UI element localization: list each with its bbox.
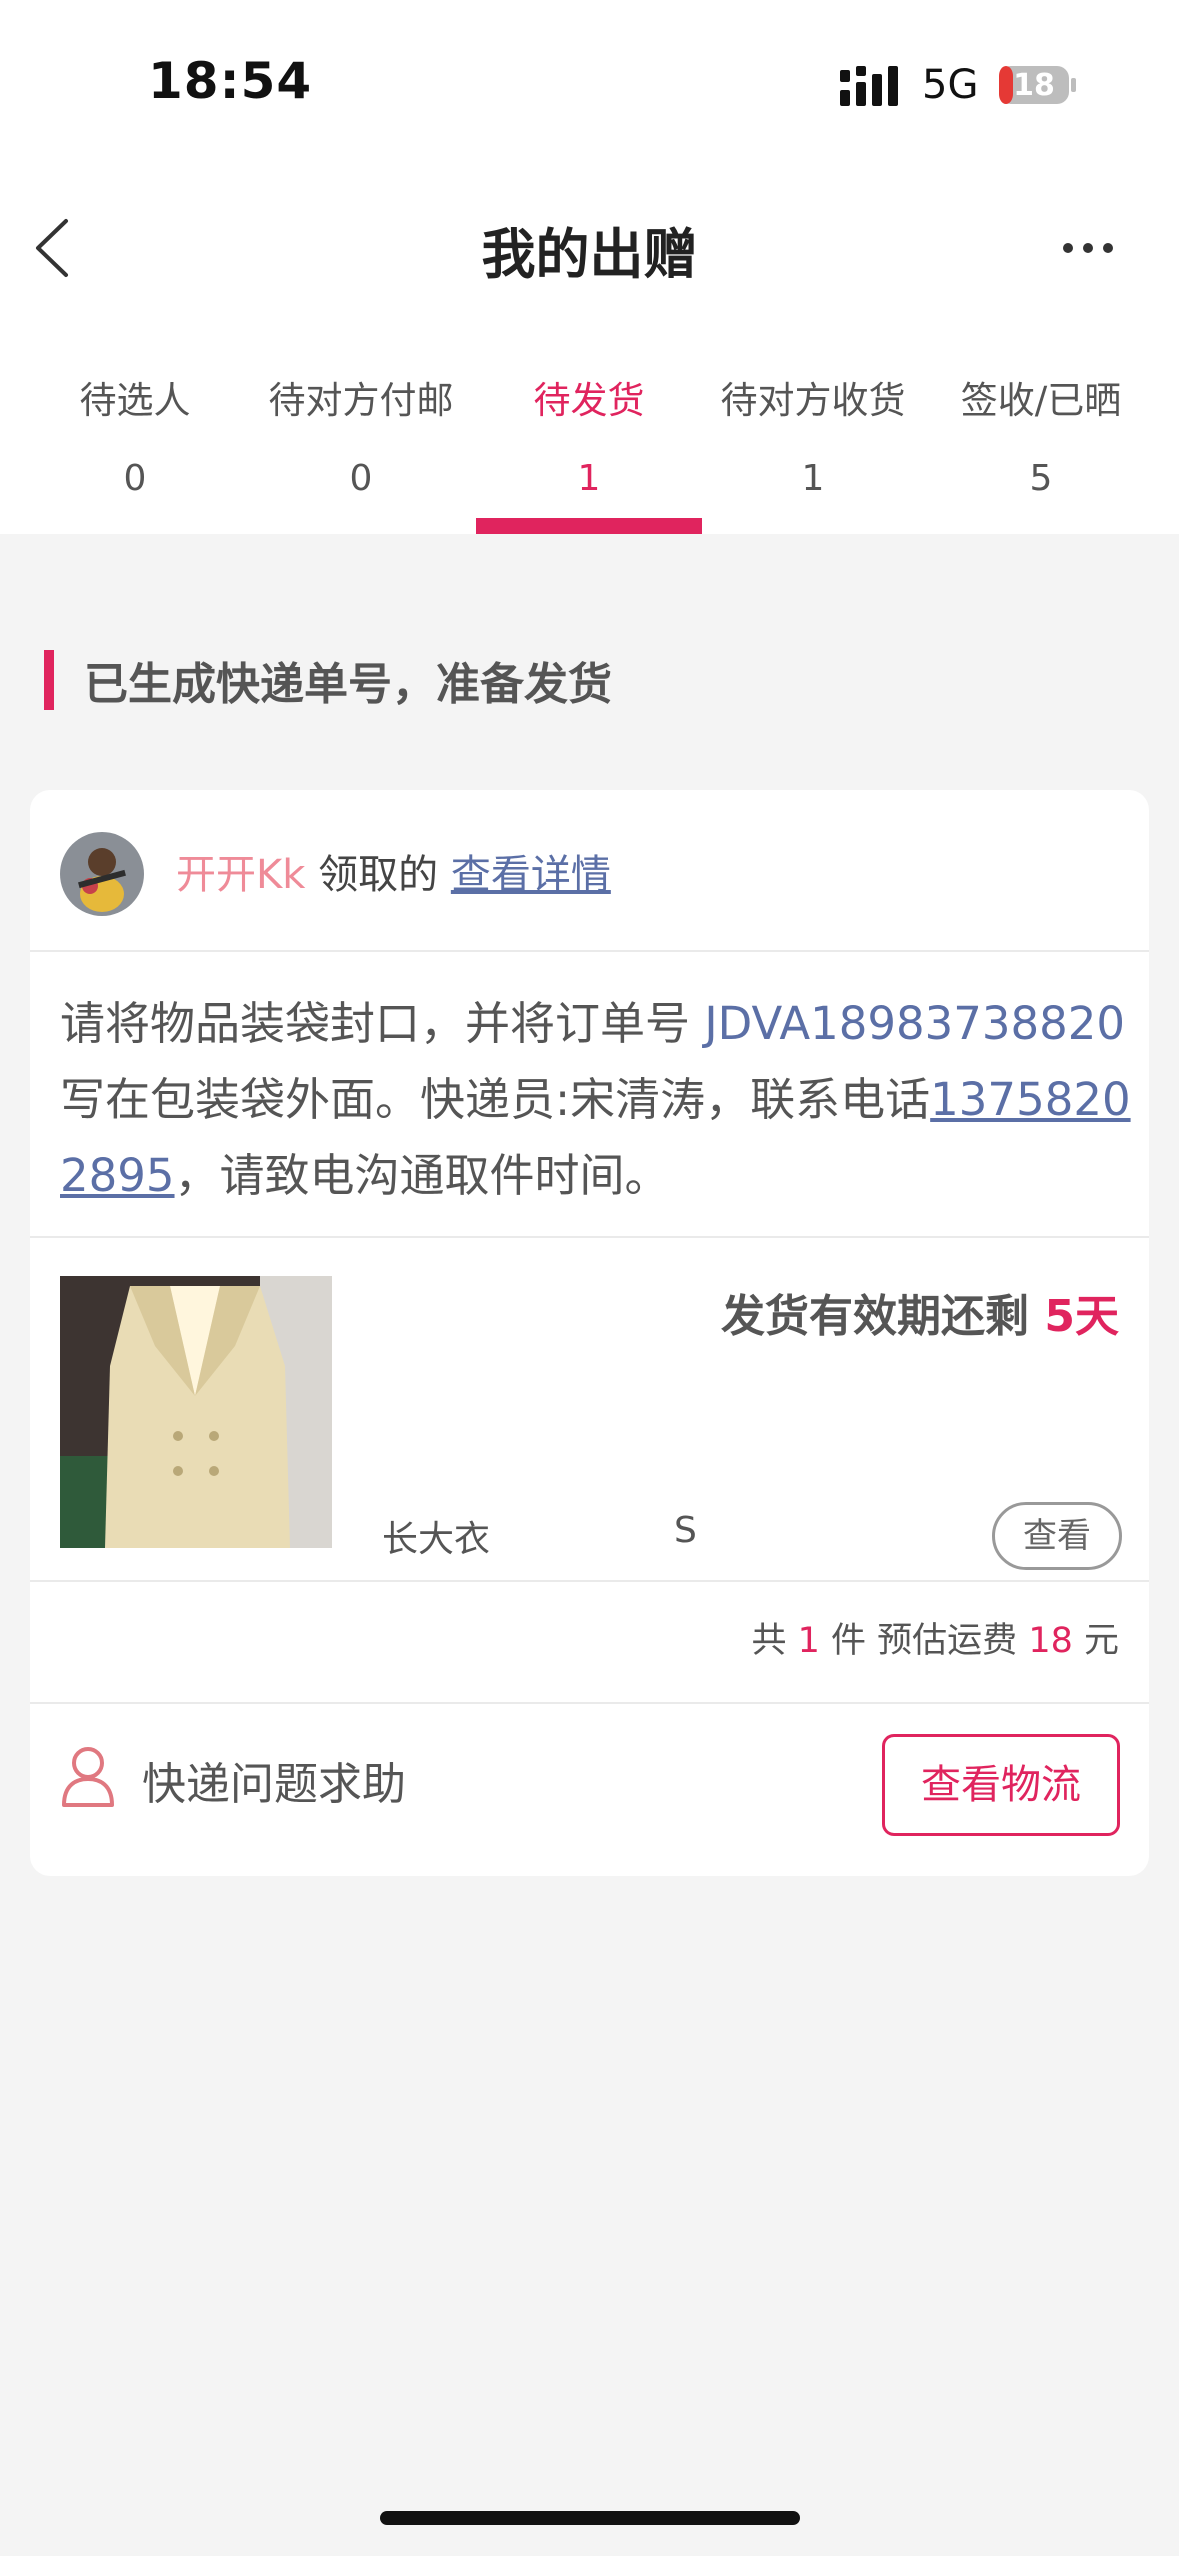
claimed-text: 领取的 [305, 852, 451, 898]
divider [30, 1580, 1149, 1582]
tab-count: 5 [1029, 458, 1053, 499]
receiver-name[interactable]: 开开Kk [176, 852, 305, 898]
instr-text-3: ，请致电沟通取件时间。 [174, 1149, 670, 1202]
view-logistics-button[interactable]: 查看物流 [882, 1734, 1120, 1836]
tab-active-indicator [476, 518, 702, 534]
battery-level: 18 [1013, 68, 1055, 103]
nav-header: 我的出赠 [0, 170, 1179, 330]
network-type: 5G [922, 62, 979, 108]
item-count: 1 [797, 1621, 820, 1661]
shipping-fee: 18 [1028, 1621, 1073, 1661]
tab-pending-postage[interactable]: 待对方付邮 0 [248, 330, 474, 534]
page-title: 我的出赠 [481, 223, 698, 286]
divider [30, 1236, 1149, 1238]
tab-count: 0 [349, 458, 373, 499]
courier-help-link[interactable]: 快递问题求助 [142, 1748, 406, 1812]
home-indicator[interactable] [380, 2511, 800, 2525]
section-title: 已生成快递单号，准备发货 [84, 659, 612, 710]
order-summary: 共 1 件 预估运费 18 元 [752, 1612, 1120, 1663]
order-card: 开开Kk 领取的 查看详情 请将物品装袋封口，并将订单号 JDVA1898373… [30, 790, 1149, 1876]
view-detail-link[interactable]: 查看详情 [451, 852, 611, 898]
validity-days: 5天 [1044, 1291, 1119, 1342]
tab-label: 签收/已晒 [960, 379, 1122, 422]
item-name: 长大衣 [382, 1519, 491, 1560]
validity-label: 发货有效期还剩 [721, 1291, 1045, 1342]
receiver-line: 开开Kk 领取的 查看详情 [176, 842, 611, 900]
item-thumbnail[interactable] [60, 1276, 332, 1548]
shipping-validity: 发货有效期还剩 5天 [721, 1280, 1119, 1344]
divider [30, 1702, 1149, 1704]
user-help-icon[interactable] [60, 1745, 116, 1807]
tab-count: 1 [801, 458, 825, 499]
section-accent-bar [44, 650, 54, 710]
divider [30, 950, 1149, 952]
tab-pending-receipt[interactable]: 待对方收货 1 [700, 330, 926, 534]
summary-suffix: 元 [1072, 1621, 1119, 1661]
tab-label: 待发货 [533, 379, 645, 422]
tab-label: 待对方收货 [720, 379, 906, 422]
tab-pending-shipment[interactable]: 待发货 1 [476, 330, 702, 534]
cellular-signal-icon [840, 66, 898, 106]
shipping-instructions: 请将物品装袋封口，并将订单号 JDVA18983738820 写在包装袋外面。快… [60, 986, 1149, 1214]
tab-count: 1 [577, 458, 601, 499]
tab-pending-selection[interactable]: 待选人 0 [22, 330, 248, 534]
more-options-icon[interactable] [1060, 240, 1116, 256]
tab-label: 待选人 [79, 379, 191, 422]
status-tabs: 待选人 0 待对方付邮 0 待发货 1 待对方收货 1 签收/已晒 5 [0, 330, 1179, 534]
avatar[interactable] [60, 832, 144, 916]
summary-mid: 件 预估运费 [819, 1621, 1029, 1661]
instr-text-2: 写在包装袋外面。快递员:宋清涛，联系电话 [60, 1073, 931, 1126]
summary-prefix: 共 [751, 1621, 798, 1661]
battery-icon: 18 [998, 65, 1078, 105]
item-size: S [674, 1510, 697, 1551]
order-number: JDVA18983738820 [704, 997, 1126, 1050]
status-bar: 18:54 5G 18 [0, 0, 1179, 170]
tab-label: 待对方付邮 [268, 379, 454, 422]
tab-count: 0 [123, 458, 147, 499]
view-item-button[interactable]: 查看 [992, 1502, 1122, 1570]
instr-text-1: 请将物品装袋封口，并将订单号 [60, 997, 705, 1050]
tab-received-shared[interactable]: 签收/已晒 5 [928, 330, 1154, 534]
status-time: 18:54 [148, 52, 313, 110]
